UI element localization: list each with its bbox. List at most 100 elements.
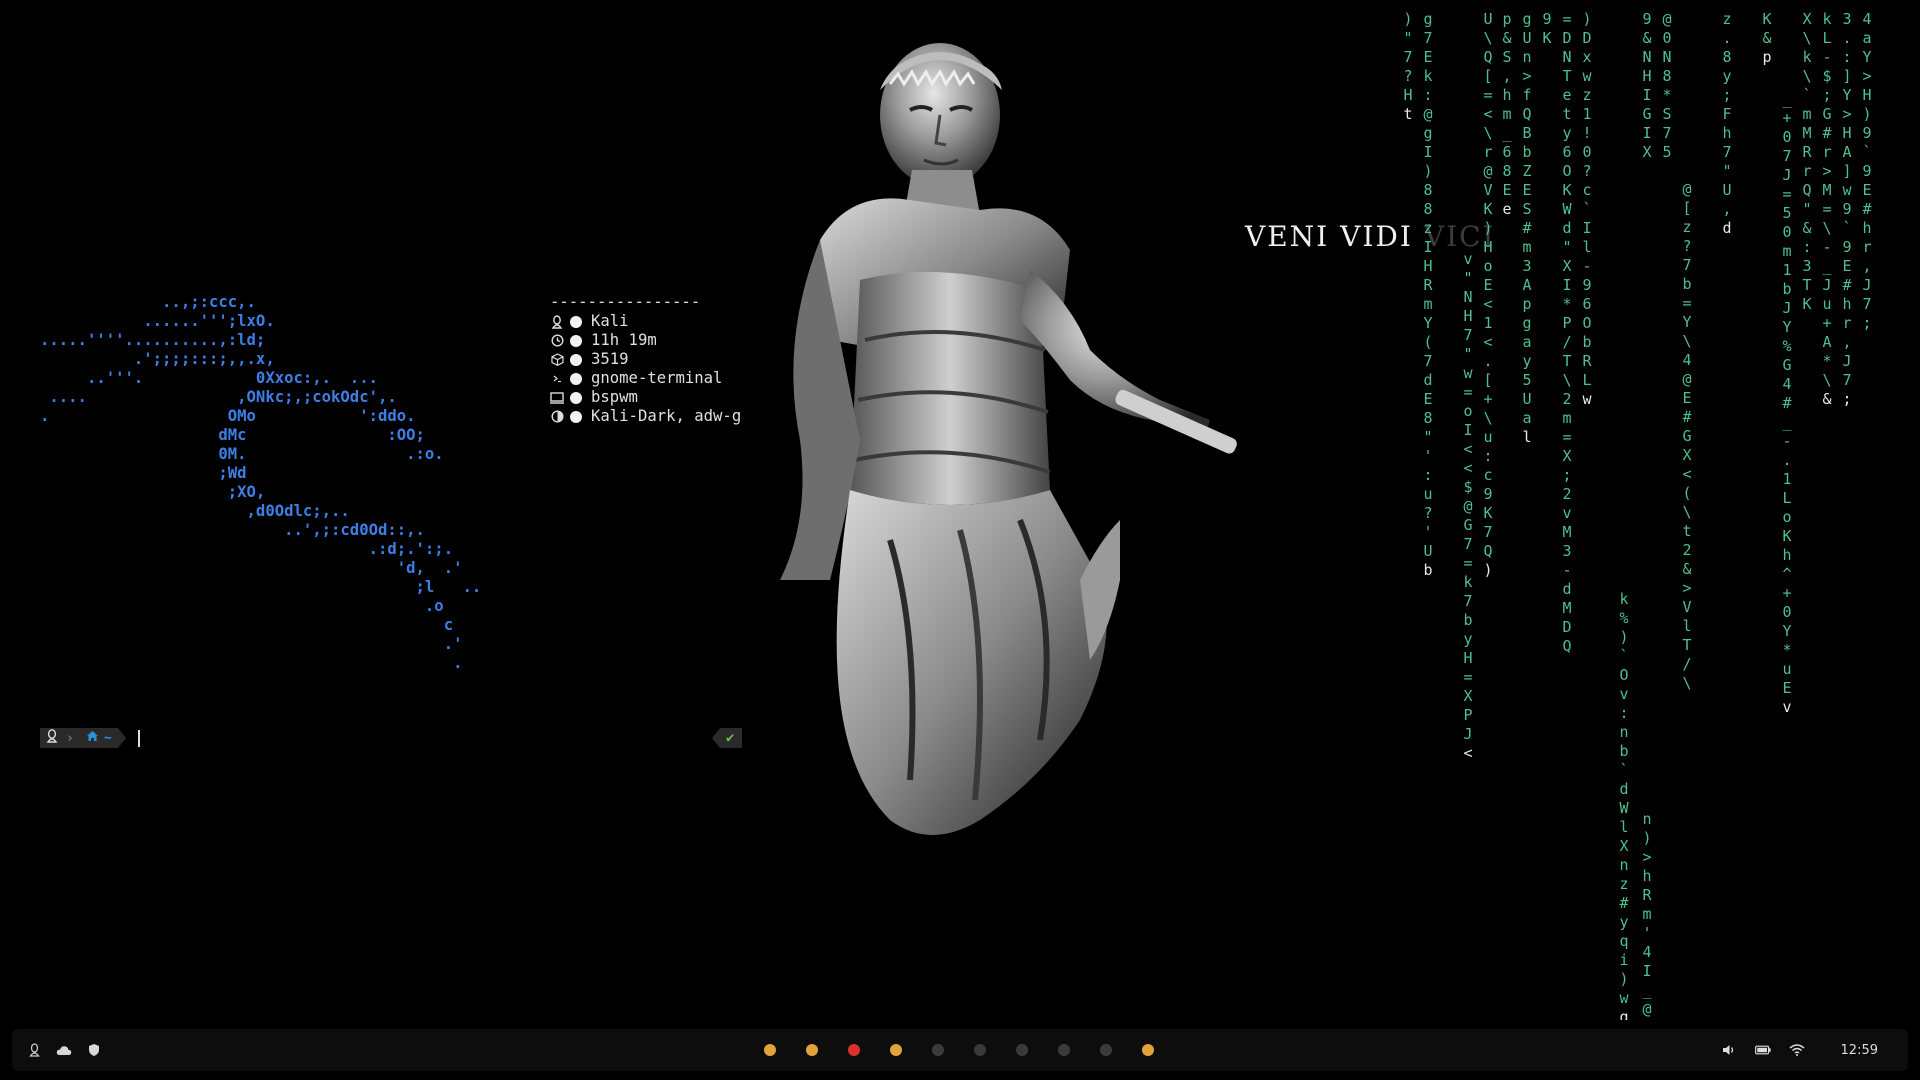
wifi-icon[interactable] [1789, 1042, 1805, 1058]
ascii-art-line: ;XO, [40, 483, 266, 501]
matrix-head-char: ) [1483, 561, 1493, 579]
ascii-art-line: c [40, 616, 454, 634]
workspace-1-button[interactable] [764, 1044, 776, 1056]
system-fetch-info: ---------------- Kali 11h 19m 3519 gnome-te… [550, 293, 741, 426]
matrix-column: = D N T e t y 6 O K W d " X I * P / T \ … [1560, 10, 1574, 656]
matrix-head-char: & [1822, 390, 1832, 408]
matrix-column: 9 & N H I G I X [1640, 10, 1654, 162]
workspace-5-button[interactable] [932, 1044, 944, 1056]
matrix-column: 9 K [1540, 10, 1554, 48]
matrix-trail: = D N T e t y 6 O K W d " X I * P / T \ … [1562, 10, 1572, 655]
ascii-art-line: .... ,ONkc;,;cokOdc',. [40, 388, 397, 406]
matrix-column: @ [ z ? 7 b = Y \ 4 @ E # G X < ( \ t 2 … [1680, 180, 1694, 693]
matrix-column: K & p [1760, 10, 1774, 67]
matrix-trail: 3 . : ] Y > H A ] w 9 ` 9 E # h r , J 7 [1842, 10, 1852, 389]
matrix-column: ) D x w z 1 ! 0 ? c ` I l - 9 6 O b R L … [1580, 10, 1594, 409]
matrix-column: U \ Q [ = < \ r @ V K ) H o E < 1 < . [ … [1481, 10, 1495, 580]
bullet-icon [570, 391, 582, 404]
workspace-3-button[interactable] [848, 1044, 860, 1056]
matrix-column: _ + 0 7 J = 5 0 m 1 b J Y % G 4 # _ - . … [1780, 90, 1794, 717]
fetch-separator: ---------------- [550, 293, 701, 311]
matrix-rain: ) " 7 ? H t g 7 E k : @ g I ) 8 8 z I H R… [1395, 10, 1915, 1020]
matrix-trail: 9 K [1542, 10, 1552, 47]
ascii-art-line: ......''';lxO. [40, 312, 275, 330]
ascii-art-line: .:d;.':;. [40, 540, 454, 558]
ascii-art-line: ..'''. 0Xxoc:,. ... [40, 369, 378, 387]
ascii-art-line: ,d0Odlc;,.. [40, 502, 350, 520]
matrix-column: z . 8 y ; F h 7 " U , d [1720, 10, 1734, 238]
matrix-column: 4 a Y > H ) 9 ` 9 E # h r , J 7 ; [1860, 10, 1874, 333]
shield-icon[interactable] [86, 1042, 102, 1058]
fetch-value: 3519 [591, 350, 629, 368]
matrix-trail: K & [1762, 10, 1772, 47]
fetch-value: gnome-terminal [591, 369, 723, 387]
cloud-icon[interactable] [56, 1042, 72, 1058]
matrix-head-char: d [1722, 219, 1732, 237]
workspace-2-button[interactable] [806, 1044, 818, 1056]
matrix-column: k % ) ` O v : n b ` d W l X n z # y q i … [1617, 590, 1631, 1020]
shell-prompt[interactable]: › ~ [40, 728, 140, 748]
matrix-trail: U \ Q [ = < \ r @ V K ) H o E < 1 < . [ … [1483, 10, 1493, 560]
matrix-column: 3 . : ] Y > H A ] w 9 ` 9 E # h r , J 7 … [1840, 10, 1854, 409]
matrix-trail: k % ) ` O v : n b ` d W l X n z # y q i … [1619, 590, 1629, 1007]
clock[interactable]: 12:59 [1841, 1043, 1878, 1058]
fetch-value: bspwm [591, 388, 638, 406]
matrix-head-char: e [1502, 200, 1512, 218]
workspace-10-button[interactable] [1142, 1044, 1154, 1056]
prompt-status: ✔ [712, 728, 743, 748]
matrix-trail: ) D x w z 1 ! 0 ? c ` I l - 9 6 O b R L [1582, 10, 1592, 389]
linux-icon [46, 729, 58, 747]
workspace-6-button[interactable] [974, 1044, 986, 1056]
fetch-value: Kali [591, 312, 629, 330]
fetch-row: Kali-Dark, adw-g [550, 407, 741, 426]
workspace-7-button[interactable] [1016, 1044, 1028, 1056]
fetch-row: 11h 19m [550, 331, 741, 350]
clock-icon [550, 334, 564, 348]
matrix-trail: @ [ z ? 7 b = Y \ 4 @ E # G X < ( \ t 2 … [1682, 180, 1692, 692]
matrix-head-char: < [1463, 744, 1473, 762]
matrix-column: k L - $ ; G # r > M = \ - _ J u + A * \ … [1820, 10, 1834, 409]
linux-icon [550, 314, 564, 329]
caesar-statue-image [780, 43, 1237, 835]
ascii-art-line: .o [40, 597, 444, 615]
fetch-value: Kali-Dark, adw-g [591, 407, 742, 425]
matrix-head-char: g [1619, 1008, 1629, 1020]
matrix-trail: z . 8 y ; F h 7 " U , [1722, 10, 1732, 218]
workspace-4-button[interactable] [890, 1044, 902, 1056]
workspace-8-button[interactable] [1058, 1044, 1070, 1056]
prompt-dir-segment: ~ [79, 728, 118, 748]
theme-icon [550, 410, 564, 424]
matrix-head-char: p [1762, 48, 1772, 66]
battery-icon[interactable] [1754, 1042, 1771, 1058]
volume-icon[interactable] [1721, 1042, 1737, 1058]
text-cursor[interactable] [137, 729, 140, 747]
matrix-trail: 4 a Y > H ) 9 ` 9 E # h r , J 7 ; [1862, 10, 1872, 332]
workspace-9-button[interactable] [1100, 1044, 1112, 1056]
bullet-icon [570, 410, 582, 423]
taskbar: 12:59 [12, 1029, 1908, 1071]
ascii-art-line: 0M. .:o. [40, 445, 444, 463]
matrix-head-char: w [1582, 390, 1592, 408]
prompt-directory: ~ [103, 730, 112, 746]
matrix-head-char: l [1522, 428, 1532, 446]
ascii-art-line: .';;;;:::;,,.x, [40, 350, 275, 368]
matrix-trail: g U n > f Q B b Z E S # m 3 A p g a y 5 … [1522, 10, 1532, 427]
matrix-column: g 7 E k : @ g I ) 8 8 z I H R m Y ( 7 d … [1421, 10, 1435, 580]
matrix-trail: 9 & N H I G I X [1642, 10, 1652, 161]
bullet-icon [570, 372, 582, 385]
ascii-art-line: ..,;:ccc,. [40, 293, 256, 311]
bullet-icon [570, 315, 582, 328]
fetch-row: gnome-terminal [550, 369, 741, 388]
ascii-art-line: .' [40, 635, 463, 653]
ascii-art-line: ;Wd [40, 464, 247, 482]
fetch-row: Kali [550, 312, 741, 331]
terminal-window[interactable]: ..,;:ccc,. ......''';lxO. .....''''.....… [30, 285, 760, 755]
ascii-art-line: . OMo ':ddo. [40, 407, 416, 425]
matrix-column: X \ k \ ` m M R r Q " & : 3 T K [1800, 10, 1814, 314]
linux-icon[interactable] [26, 1042, 42, 1058]
taskbar-right: 12:59 [1721, 1029, 1878, 1071]
matrix-column: @ 0 N 8 * S 7 5 [1660, 10, 1674, 162]
fetch-row: 3519 [550, 350, 741, 369]
desktop: VENI VIDI VICI ) " 7 ? H tg 7 E k : @ g … [0, 0, 1920, 1080]
matrix-column: p & S , h m _ 6 8 E e [1500, 10, 1514, 219]
